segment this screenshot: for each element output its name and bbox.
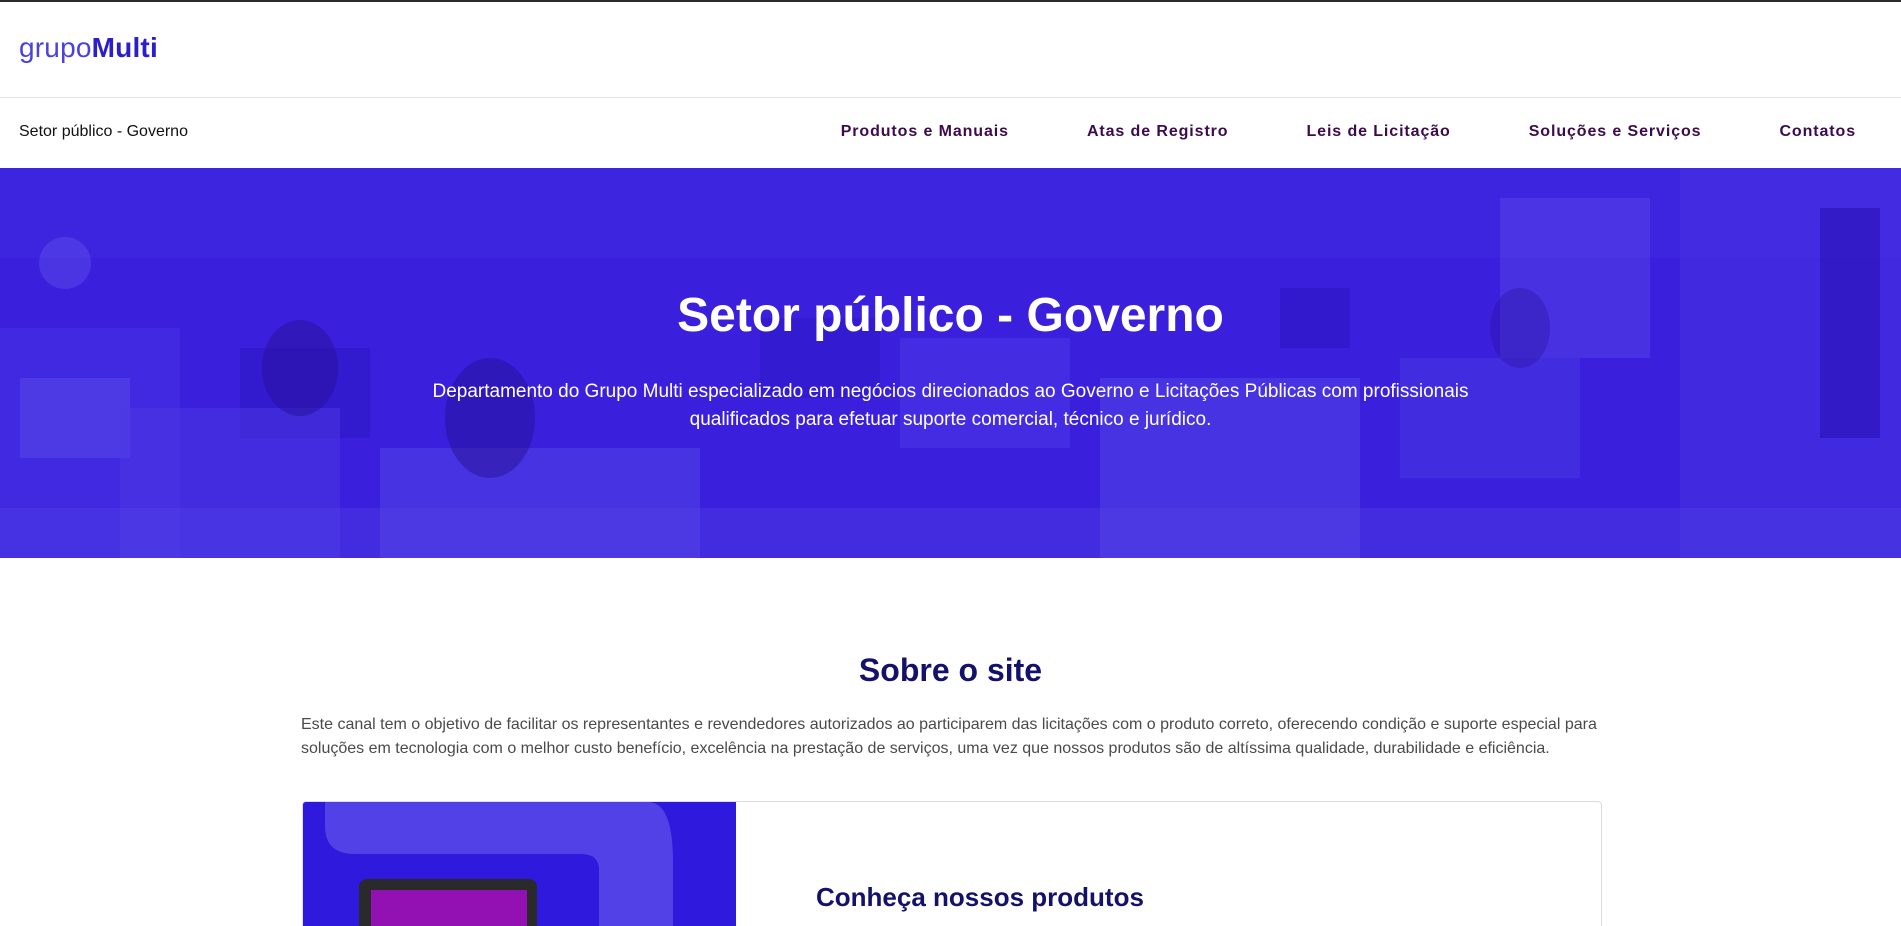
nav-link-contatos[interactable]: Contatos <box>1779 123 1856 141</box>
about-title: Sobre o site <box>858 652 1043 688</box>
section-label[interactable]: Setor público - Governo <box>19 123 188 141</box>
nav-link-leis-de-licitacao[interactable]: Leis de Licitação <box>1306 123 1450 141</box>
main-navigation: Setor público - Governo Produtos e Manua… <box>0 99 1901 168</box>
hero-banner: Setor público - Governo Departamento do … <box>0 168 1901 558</box>
logo-text-light: grupo <box>19 32 92 63</box>
office-background-image <box>0 168 1901 558</box>
nav-link-atas-de-registro[interactable]: Atas de Registro <box>1087 123 1229 141</box>
tablet-illustration <box>303 802 736 926</box>
hero-description: Departamento do Grupo Multi especializad… <box>432 381 1469 430</box>
products-card[interactable]: Conheça nossos produtos <box>302 801 1602 926</box>
products-card-title: Conheça nossos produtos <box>816 882 1144 912</box>
about-text: Este canal tem o objetivo de facilitar o… <box>301 716 1597 757</box>
logo-text-bold: Multi <box>91 32 158 63</box>
nav-link-solucoes-e-servicos[interactable]: Soluções e Serviços <box>1529 123 1702 141</box>
nav-link-produtos-e-manuais[interactable]: Produtos e Manuais <box>841 123 1009 141</box>
hero-title: Setor público - Governo <box>677 289 1224 342</box>
nav-links: Produtos e Manuais Atas de Registro Leis… <box>841 123 1856 141</box>
products-card-image <box>303 802 736 926</box>
grupo-multi-logo[interactable]: grupoMulti <box>19 32 158 64</box>
logo-header: grupoMulti <box>0 2 1901 98</box>
